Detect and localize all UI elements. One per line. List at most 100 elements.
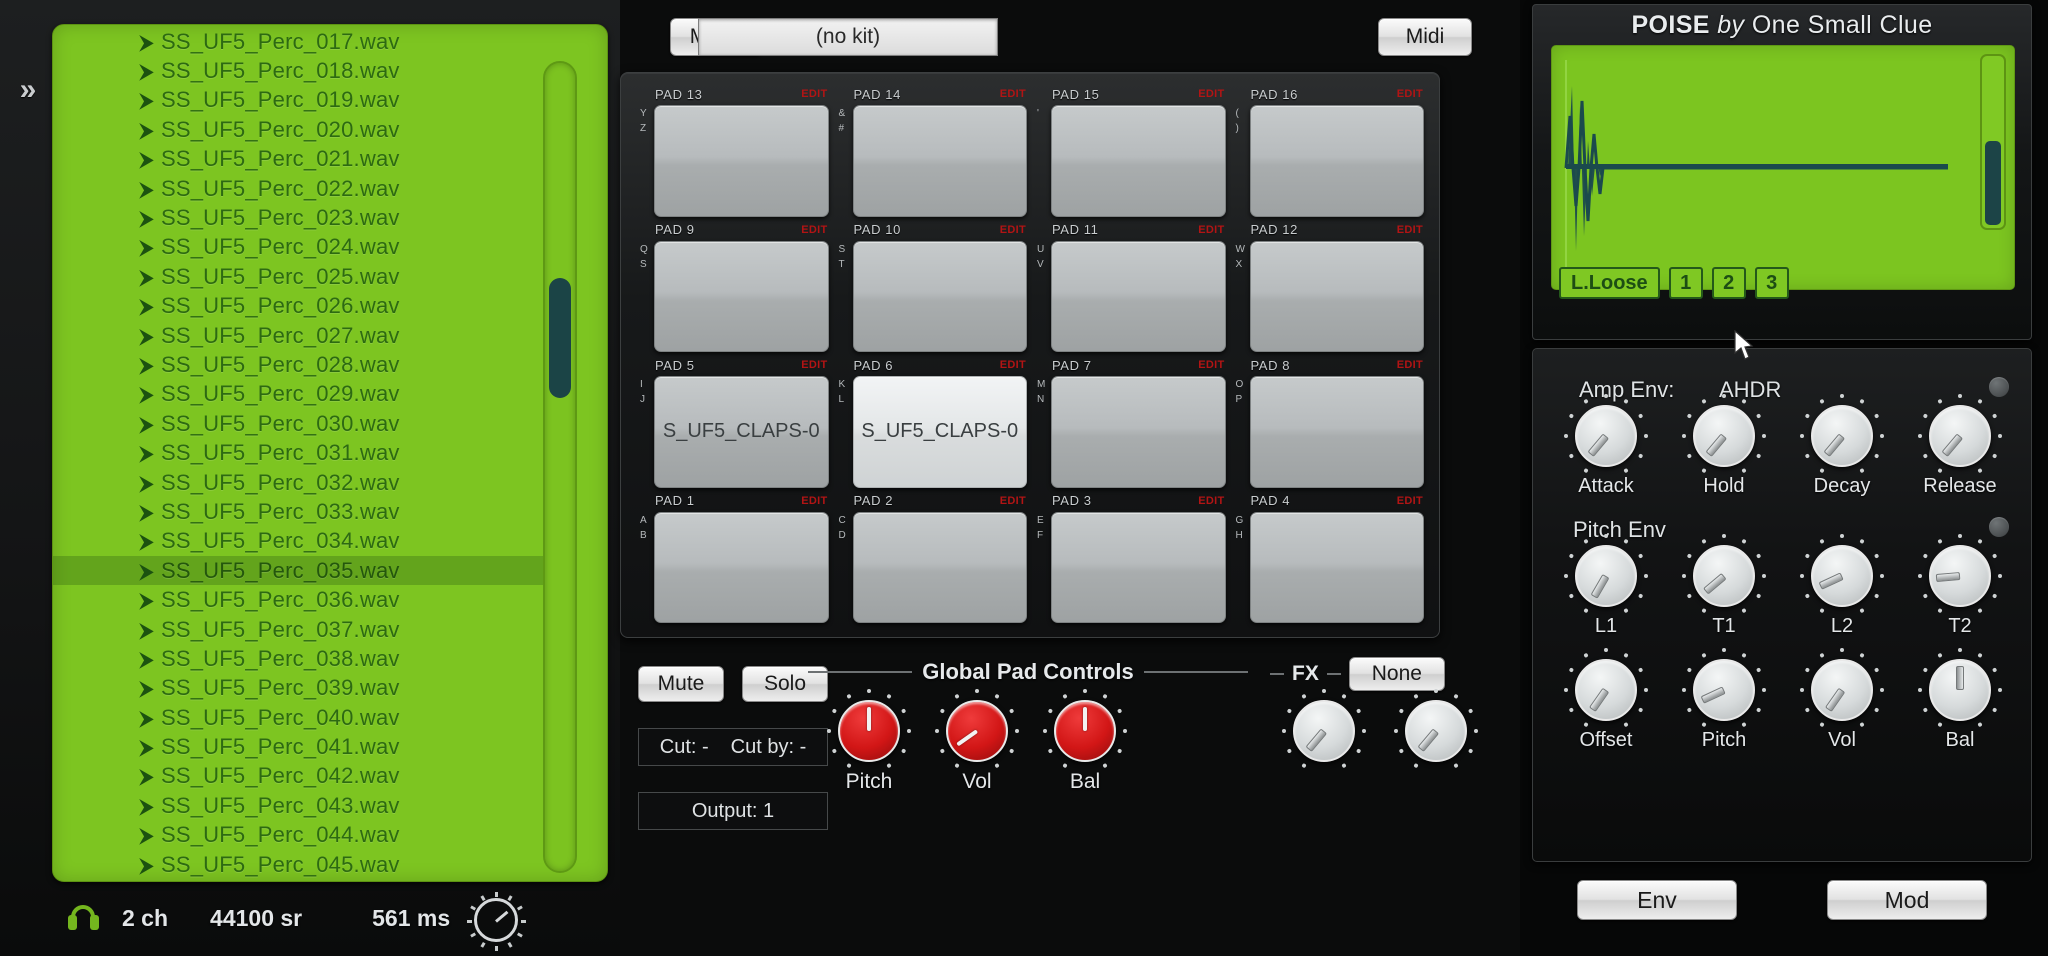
pad-edit-button[interactable]: EDIT <box>1198 495 1224 507</box>
pad-edit-button[interactable]: EDIT <box>801 359 827 371</box>
pad-button[interactable] <box>1051 105 1226 217</box>
file-list-item[interactable]: ⮞SS_UF5_Perc_018.wav <box>53 56 543 85</box>
fx-select-button[interactable]: None <box>1349 657 1445 691</box>
t1-knob[interactable] <box>1693 545 1755 607</box>
file-list-item[interactable]: ⮞SS_UF5_Perc_042.wav <box>53 762 543 791</box>
fx-knob[interactable] <box>1405 700 1467 762</box>
vol-knob[interactable] <box>1811 659 1873 721</box>
play-preview-icon[interactable]: ⮞ <box>139 33 165 51</box>
play-preview-icon[interactable]: ⮞ <box>139 150 165 168</box>
file-list-item[interactable]: ⮞SS_UF5_Perc_039.wav <box>53 674 543 703</box>
kit-name-field[interactable]: (no kit) <box>698 18 998 56</box>
pad-button[interactable] <box>1051 512 1226 624</box>
pad-edit-button[interactable]: EDIT <box>1198 88 1224 100</box>
pad-button[interactable]: S_UF5_CLAPS-0 <box>853 376 1028 488</box>
file-list-item[interactable]: ⮞SS_UF5_Perc_033.wav <box>53 497 543 526</box>
file-list-item[interactable]: ⮞SS_UF5_Perc_026.wav <box>53 292 543 321</box>
file-list-item[interactable]: ⮞SS_UF5_Perc_017.wav <box>53 27 543 56</box>
file-list-item[interactable]: ⮞SS_UF5_Perc_041.wav <box>53 732 543 761</box>
play-preview-icon[interactable]: ⮞ <box>139 474 165 492</box>
pad-edit-button[interactable]: EDIT <box>1000 88 1026 100</box>
file-list-scrollbar[interactable] <box>543 61 577 873</box>
pitch-knob[interactable] <box>1693 659 1755 721</box>
pad-edit-button[interactable]: EDIT <box>1198 359 1224 371</box>
file-list-item[interactable]: ⮞SS_UF5_Perc_030.wav <box>53 409 543 438</box>
pad-button[interactable] <box>1250 241 1425 353</box>
play-preview-icon[interactable]: ⮞ <box>139 238 165 256</box>
play-preview-icon[interactable]: ⮞ <box>139 679 165 697</box>
pitch-knob[interactable] <box>838 700 900 762</box>
play-preview-icon[interactable]: ⮞ <box>139 356 165 374</box>
layer-button-3[interactable]: 3 <box>1755 267 1789 299</box>
pad-edit-button[interactable]: EDIT <box>1397 495 1423 507</box>
file-list-item[interactable]: ⮞SS_UF5_Perc_031.wav <box>53 438 543 467</box>
file-list-item[interactable]: ⮞SS_UF5_Perc_028.wav <box>53 350 543 379</box>
l1-knob[interactable] <box>1575 545 1637 607</box>
play-preview-icon[interactable]: ⮞ <box>139 503 165 521</box>
file-list-item[interactable]: ⮞SS_UF5_Perc_027.wav <box>53 321 543 350</box>
layer-mode-button[interactable]: L.Loose <box>1559 267 1660 299</box>
hold-knob[interactable] <box>1693 405 1755 467</box>
play-preview-icon[interactable]: ⮞ <box>139 415 165 433</box>
file-list-item[interactable]: ⮞SS_UF5_Perc_040.wav <box>53 703 543 732</box>
play-preview-icon[interactable]: ⮞ <box>139 767 165 785</box>
play-preview-icon[interactable]: ⮞ <box>139 385 165 403</box>
file-list-item[interactable]: ⮞SS_UF5_Perc_024.wav <box>53 233 543 262</box>
midi-button[interactable]: Midi <box>1378 18 1472 56</box>
pad-button[interactable] <box>1250 512 1425 624</box>
file-list-item[interactable]: ⮞SS_UF5_Perc_029.wav <box>53 380 543 409</box>
pad-button[interactable] <box>654 241 829 353</box>
file-list-item[interactable]: ⮞SS_UF5_Perc_036.wav <box>53 585 543 614</box>
t2-knob[interactable] <box>1929 545 1991 607</box>
play-preview-icon[interactable]: ⮞ <box>139 650 165 668</box>
file-list-item[interactable]: ⮞SS_UF5_Perc_022.wav <box>53 174 543 203</box>
pad-button[interactable] <box>1250 105 1425 217</box>
play-preview-icon[interactable]: ⮞ <box>139 180 165 198</box>
play-preview-icon[interactable]: ⮞ <box>139 797 165 815</box>
pad-edit-button[interactable]: EDIT <box>1000 495 1026 507</box>
decay-knob[interactable] <box>1811 405 1873 467</box>
bal-knob[interactable] <box>1054 700 1116 762</box>
pad-button[interactable] <box>853 512 1028 624</box>
file-list-item[interactable]: ⮞SS_UF5_Perc_043.wav <box>53 791 543 820</box>
mute-button[interactable]: Mute <box>638 666 724 702</box>
file-list-item[interactable]: ⮞SS_UF5_Perc_019.wav <box>53 86 543 115</box>
pad-button[interactable] <box>654 105 829 217</box>
play-preview-icon[interactable]: ⮞ <box>139 826 165 844</box>
play-preview-icon[interactable]: ⮞ <box>139 297 165 315</box>
play-preview-icon[interactable]: ⮞ <box>139 444 165 462</box>
pad-edit-button[interactable]: EDIT <box>1397 88 1423 100</box>
play-preview-icon[interactable]: ⮞ <box>139 532 165 550</box>
layer-button-2[interactable]: 2 <box>1712 267 1746 299</box>
vol-knob[interactable] <box>946 700 1008 762</box>
play-preview-icon[interactable]: ⮞ <box>139 209 165 227</box>
pad-edit-button[interactable]: EDIT <box>1000 359 1026 371</box>
play-preview-icon[interactable]: ⮞ <box>139 856 165 874</box>
play-preview-icon[interactable]: ⮞ <box>139 327 165 345</box>
pad-edit-button[interactable]: EDIT <box>1397 359 1423 371</box>
play-preview-icon[interactable]: ⮞ <box>139 591 165 609</box>
file-list-item[interactable]: ⮞SS_UF5_Perc_021.wav <box>53 145 543 174</box>
pad-button[interactable] <box>853 241 1028 353</box>
play-preview-icon[interactable]: ⮞ <box>139 621 165 639</box>
fx-knob[interactable] <box>1293 700 1355 762</box>
play-preview-icon[interactable]: ⮞ <box>139 121 165 139</box>
offset-knob[interactable] <box>1575 659 1637 721</box>
pad-edit-button[interactable]: EDIT <box>801 495 827 507</box>
play-preview-icon[interactable]: ⮞ <box>139 738 165 756</box>
file-list-item[interactable]: ⮞SS_UF5_Perc_020.wav <box>53 115 543 144</box>
env-tab-button[interactable]: Env <box>1577 880 1737 920</box>
pad-button[interactable] <box>1051 241 1226 353</box>
pad-button[interactable] <box>1250 376 1425 488</box>
play-preview-icon[interactable]: ⮞ <box>139 709 165 727</box>
pad-button[interactable] <box>1051 376 1226 488</box>
cut-group-field[interactable]: Cut: - Cut by: - <box>638 728 828 766</box>
file-list-item[interactable]: ⮞SS_UF5_Perc_045.wav <box>53 850 543 879</box>
output-field[interactable]: Output: 1 <box>638 792 828 830</box>
l2-knob[interactable] <box>1811 545 1873 607</box>
expand-panel-button[interactable]: » <box>6 60 46 120</box>
file-list-item[interactable]: ⮞SS_UF5_Perc_035.wav <box>53 556 543 585</box>
file-list[interactable]: ⮞SS_UF5_Perc_017.wav⮞SS_UF5_Perc_018.wav… <box>53 27 543 882</box>
pad-edit-button[interactable]: EDIT <box>1000 224 1026 236</box>
pad-button[interactable] <box>853 105 1028 217</box>
